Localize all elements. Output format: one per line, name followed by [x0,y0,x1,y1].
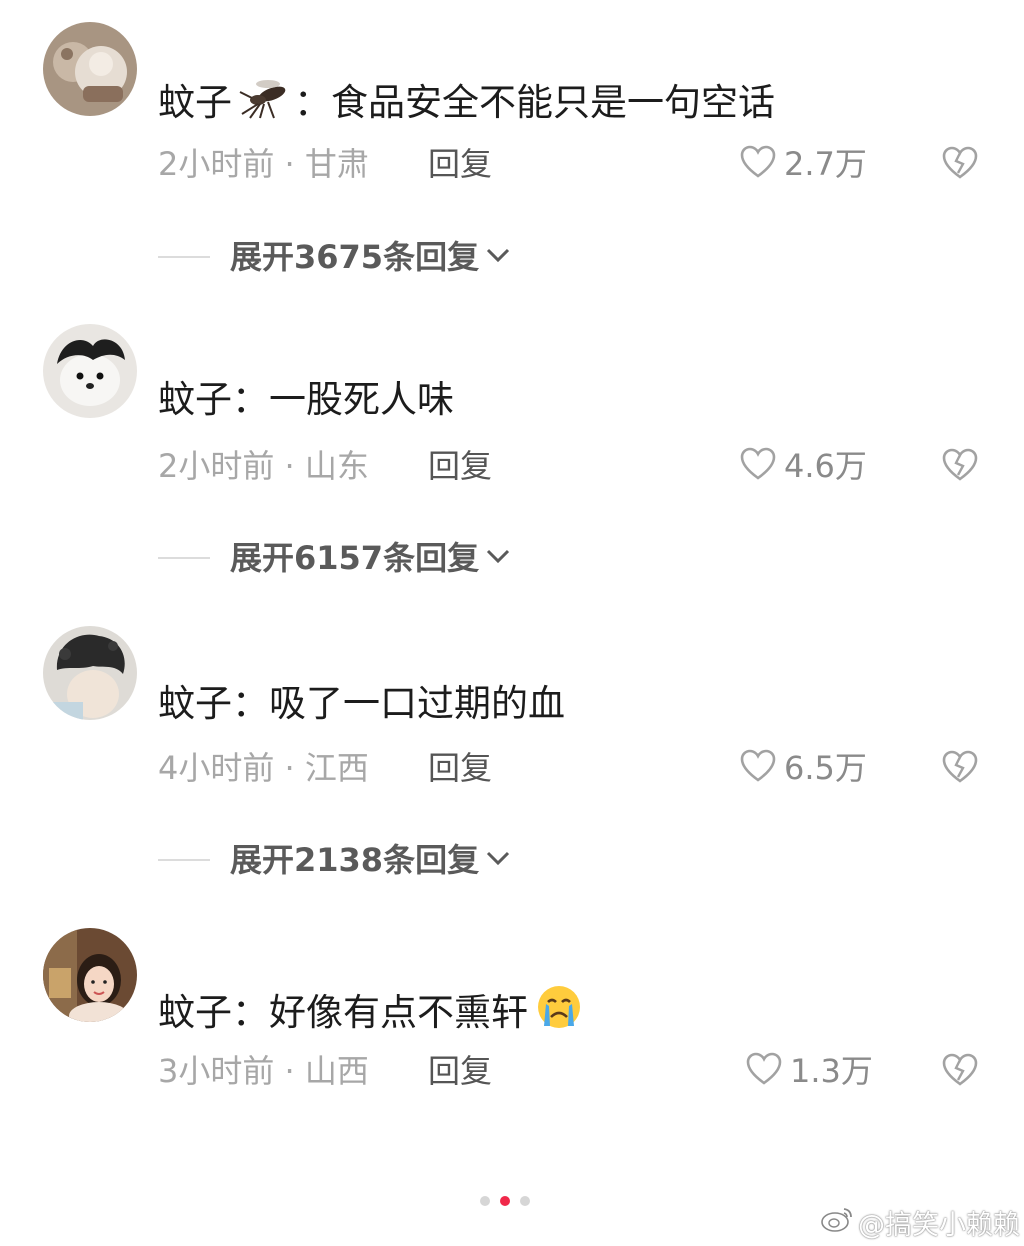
comment-text: 蚊子 ：吸了一口过期的血 [158,681,565,727]
comment-meta-row: 3小时前 · 山西 回复 1.3万 [158,1051,988,1091]
like-count: 4.6万 [784,447,867,485]
broken-heart-icon [942,146,978,184]
dislike-button[interactable] [942,750,978,788]
heart-icon [746,1052,782,1090]
like-button[interactable]: 6.5万 [740,748,867,788]
reply-button[interactable]: 回复 [428,748,492,788]
avatar[interactable] [43,22,137,116]
comment-body: ：食品安全不能只是一句空话 [294,80,775,124]
comment-meta-row: 4小时前 · 江西 回复 6.5万 [158,748,988,788]
comment-item: 蚊子 ：吸了一口过期的血 4小时前 · 江西 回复 6.5万 展开2138条回复 [0,602,1024,902]
reply-button[interactable]: 回复 [428,1051,492,1091]
comment-text: 蚊子 ：好像有点不熏轩 [158,984,584,1041]
reply-button[interactable]: 回复 [428,144,492,184]
comment-text: 蚊子 ：食品安全不能只是一句空话 [158,74,775,131]
broken-heart-icon [942,448,978,486]
like-count: 1.3万 [790,1052,873,1090]
broken-heart-icon [942,750,978,788]
expand-replies-button[interactable]: 展开6157条回复 [158,538,511,578]
avatar[interactable] [43,928,137,1022]
comment-item: 蚊子 ：一股死人味 2小时前 · 山东 回复 4.6万 展开6157条回复 [0,300,1024,600]
comment-text: 蚊子 ：一股死人味 [158,377,454,423]
avatar[interactable] [43,324,137,418]
heart-icon [740,749,776,787]
divider [158,859,210,861]
page-dot [520,1196,530,1206]
comment-meta: 3小时前 · 山西 [158,1052,369,1090]
comment-body: ：好像有点不熏轩 [232,990,528,1034]
dislike-button[interactable] [942,448,978,486]
weibo-logo-icon [820,1205,854,1240]
heart-icon [740,145,776,183]
comment-meta: 2小时前 · 甘肃 [158,145,369,183]
page-dot [480,1196,490,1206]
expand-replies-label: 展开6157条回复 [230,539,480,577]
comment-body: ：吸了一口过期的血 [232,682,565,725]
heart-icon [740,447,776,485]
like-count: 2.7万 [784,145,867,183]
comment-prefix: 蚊子 [158,80,232,124]
comment-prefix: 蚊子 [158,990,232,1034]
mosquito-icon [238,74,294,131]
comment-body: ：一股死人味 [232,378,454,421]
broken-heart-icon [942,1053,978,1091]
like-button[interactable]: 4.6万 [740,446,867,486]
expand-replies-label: 展开3675条回复 [230,238,480,276]
watermark-text: @搞笑小赖赖 [858,1209,1020,1241]
watermark: @搞笑小赖赖 [820,1204,1020,1241]
comment-item: 蚊子 ：好像有点不熏轩 3小时前 · 山西 回复 1.3万 [0,904,1024,1204]
dislike-button[interactable] [942,1053,978,1091]
like-count: 6.5万 [784,749,867,787]
comment-meta-row: 2小时前 · 甘肃 回复 2.7万 [158,144,988,184]
chevron-down-icon [485,245,511,269]
comment-prefix: 蚊子 [158,682,232,725]
dislike-button[interactable] [942,146,978,184]
like-button[interactable]: 1.3万 [746,1051,873,1091]
comment-meta-row: 2小时前 · 山东 回复 4.6万 [158,446,988,486]
expand-replies-button[interactable]: 展开2138条回复 [158,840,511,880]
reply-button[interactable]: 回复 [428,446,492,486]
expand-replies-label: 展开2138条回复 [230,841,480,879]
comment-prefix: 蚊子 [158,378,232,421]
chevron-down-icon [485,546,511,570]
page-dot-active [500,1196,510,1206]
expand-replies-button[interactable]: 展开3675条回复 [158,237,511,277]
page-indicator [480,1196,530,1206]
comment-item: 蚊子 ：食品安全不能只是一句空话 2小时前 · 甘肃 回复 2.7万 展开367… [0,0,1024,300]
crying-face-icon [534,984,584,1041]
comment-meta: 2小时前 · 山东 [158,447,369,485]
comment-meta: 4小时前 · 江西 [158,749,369,787]
like-button[interactable]: 2.7万 [740,144,867,184]
chevron-down-icon [485,848,511,872]
avatar[interactable] [43,626,137,720]
divider [158,256,210,258]
divider [158,557,210,559]
